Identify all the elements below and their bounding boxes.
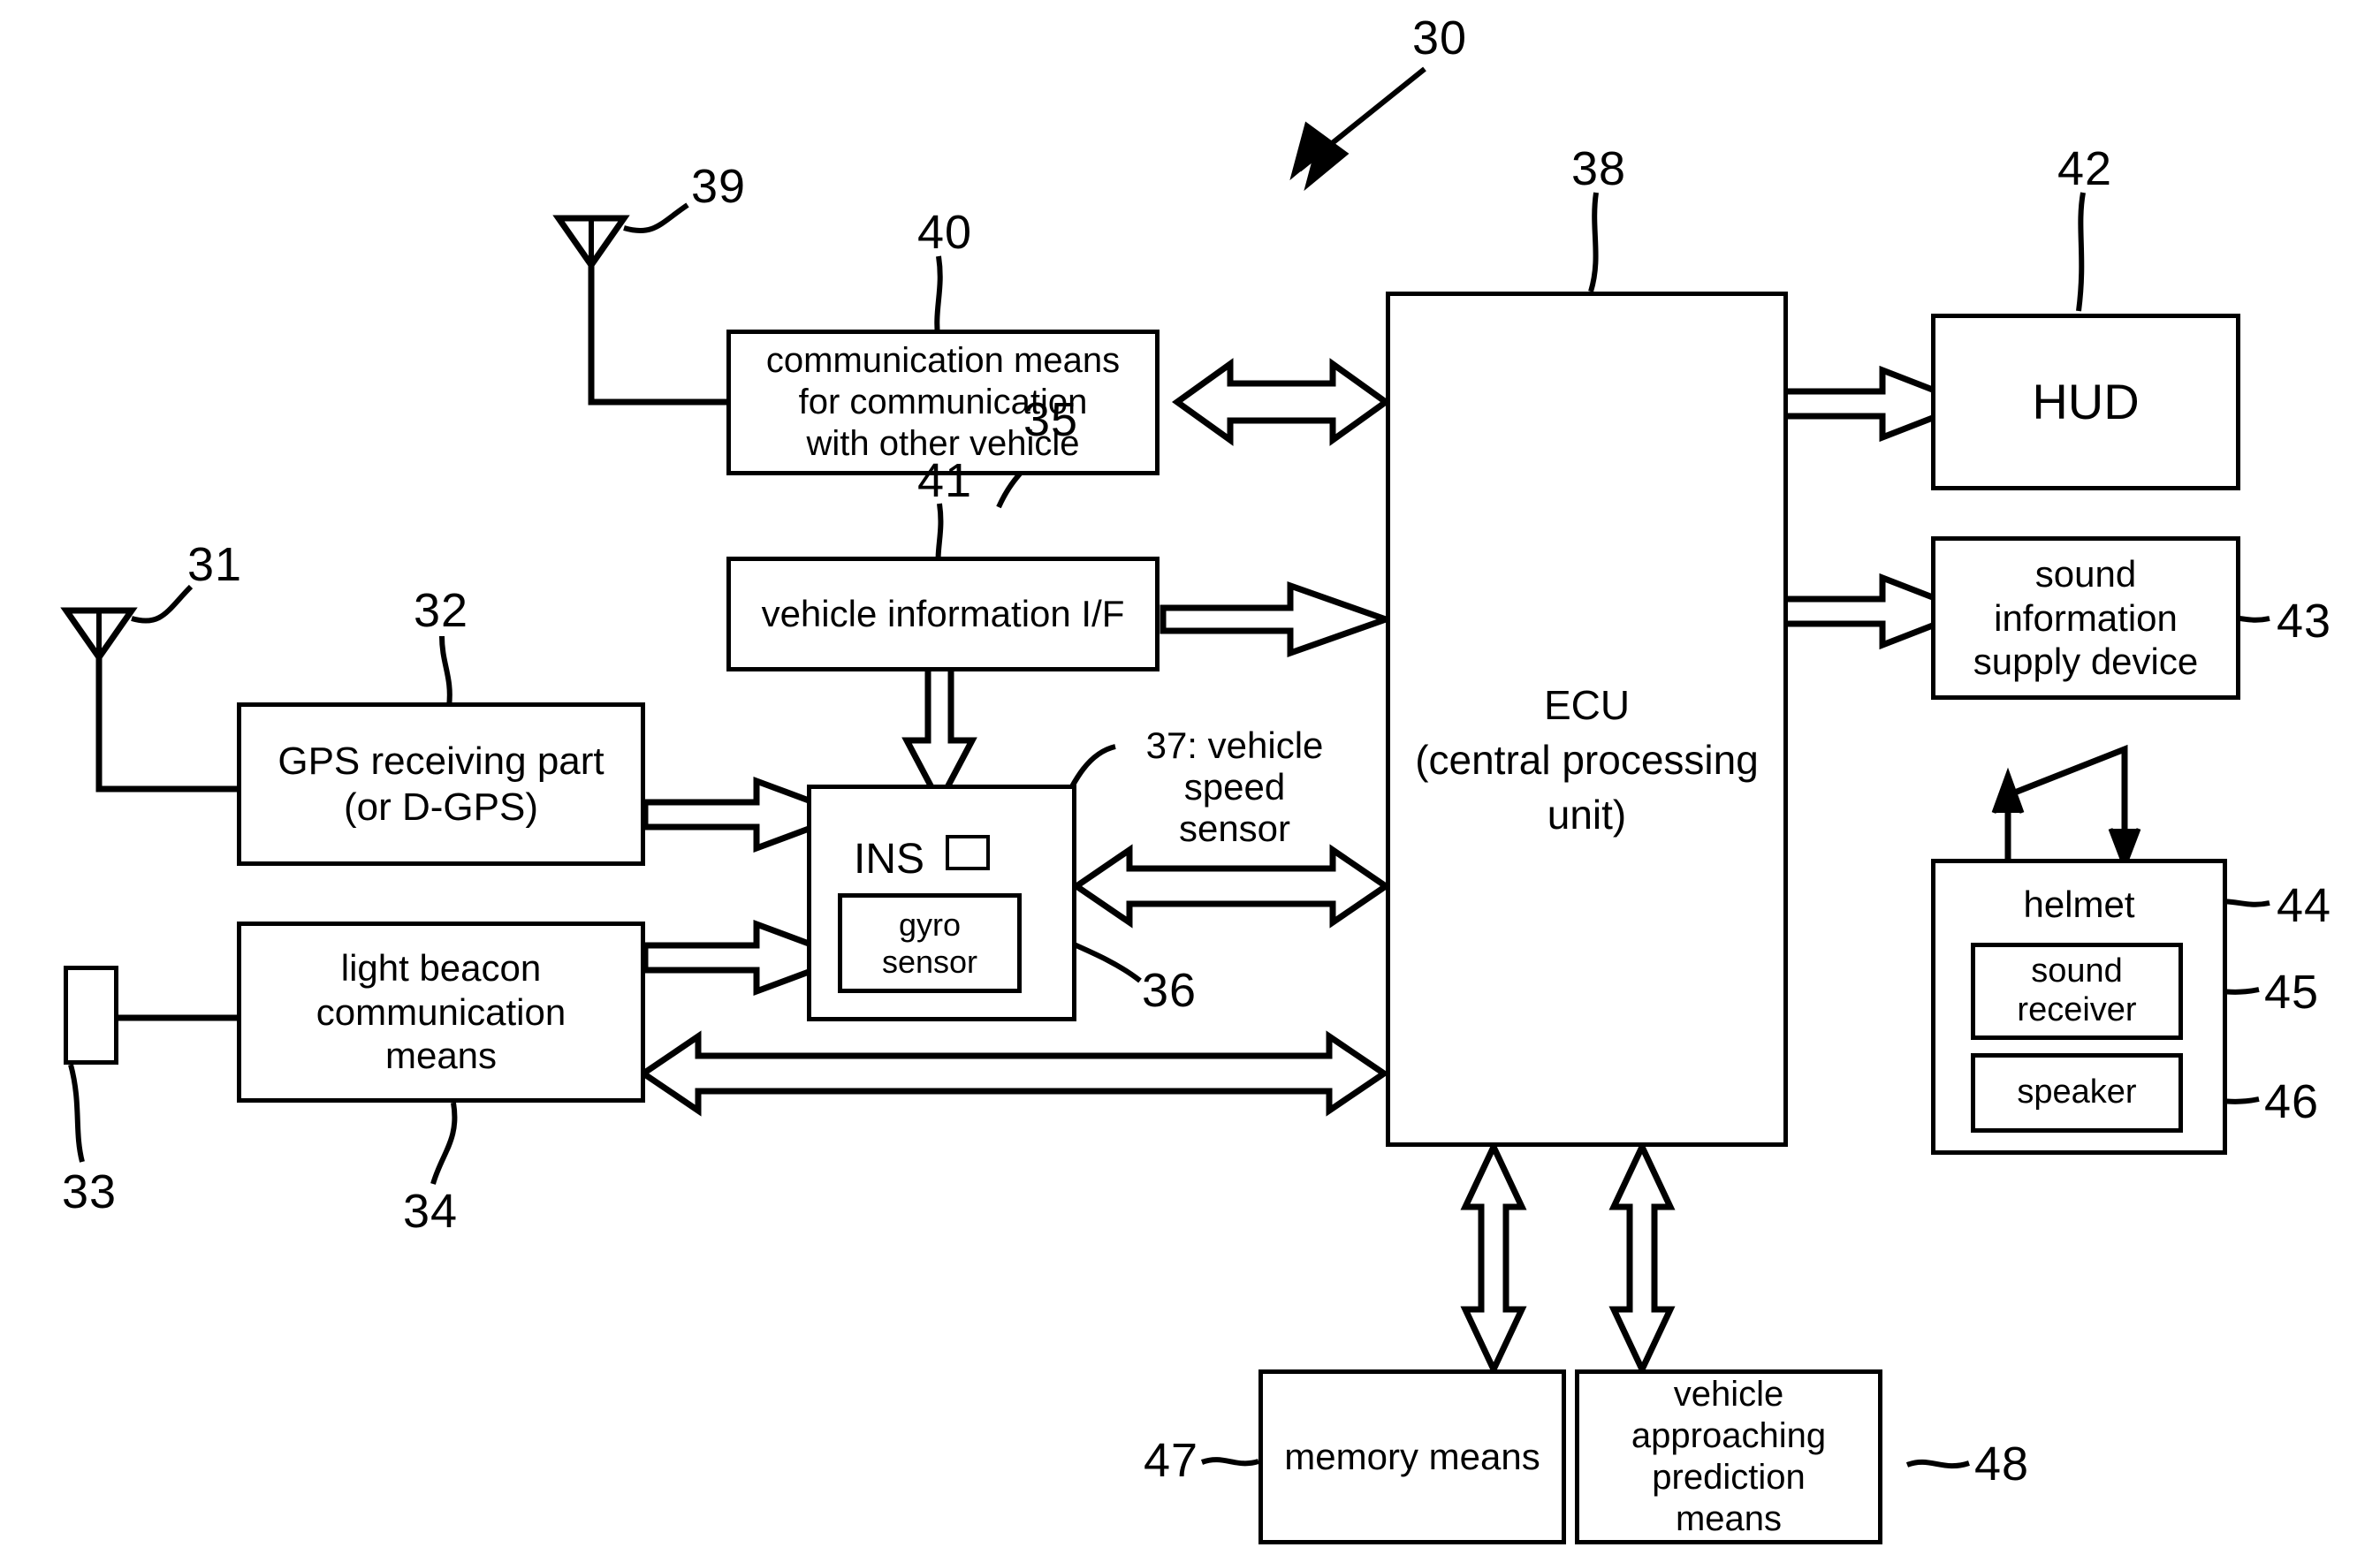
gyro-label: gyro sensor [881, 906, 978, 980]
arrow-ins-ecu [1070, 844, 1392, 929]
ref-numeral-47: 47 [1144, 1434, 1199, 1487]
ecu-subtitle: (central processing unit) [1415, 737, 1759, 838]
arrow-ecu-prediction [1608, 1139, 1676, 1377]
block-sound-information-supply-device[interactable]: sound information supply device [1931, 536, 2240, 700]
arrow-beacon-ecu [637, 1030, 1390, 1117]
patent-figure-canvas: communication means for communication wi… [0, 0, 2380, 1555]
block-helmet[interactable]: helmet sound receiver speaker [1931, 859, 2227, 1155]
block-memory-means[interactable]: memory means [1258, 1369, 1566, 1544]
block-speaker[interactable]: speaker [1971, 1053, 2183, 1133]
ref-numeral-35: 35 [1023, 393, 1079, 446]
block-label: memory means [1284, 1436, 1540, 1478]
ref-numeral-45: 45 [2264, 966, 2320, 1019]
block-label: HUD [2032, 373, 2140, 429]
helmet-label: helmet [2023, 884, 2135, 925]
speaker-label: speaker [2017, 1073, 2137, 1111]
ref-numeral-46: 46 [2264, 1075, 2320, 1128]
ref-numeral-36: 36 [1142, 964, 1198, 1017]
arrow-vif-ecu [1160, 581, 1395, 657]
ref-numeral-32: 32 [414, 584, 469, 637]
ref-numeral-41: 41 [917, 454, 973, 507]
block-label: sound information supply device [1973, 553, 2199, 683]
block-gps-receiving-part[interactable]: GPS receiving part (or D-GPS) [237, 702, 645, 866]
block-vehicle-information-interface[interactable]: vehicle information I/F [726, 557, 1160, 671]
ref-numeral-48: 48 [1974, 1437, 2030, 1491]
ref-numeral-43: 43 [2277, 595, 2332, 648]
ecu-title: ECU [1543, 682, 1631, 728]
gps-antenna-icon [60, 607, 237, 793]
block-hud[interactable]: HUD [1931, 314, 2240, 490]
ref-numeral-39: 39 [691, 160, 747, 213]
ref-numeral-31: 31 [187, 538, 243, 591]
ref-numeral-44: 44 [2277, 879, 2332, 932]
block-sound-receiver[interactable]: sound receiver [1971, 943, 2183, 1040]
arrow-ecu-memory [1460, 1139, 1527, 1377]
ref-numeral-34: 34 [403, 1185, 459, 1238]
sound-receiver-label: sound receiver [2017, 952, 2137, 1028]
block-light-beacon-receiver-unit[interactable] [64, 966, 118, 1065]
arrow-vif-ins [901, 650, 977, 809]
block-ins[interactable]: INS gyro sensor [807, 785, 1076, 1021]
ref-numeral-38: 38 [1571, 142, 1627, 195]
ref-numeral-40: 40 [917, 206, 973, 259]
arrow-comm-ecu [1171, 358, 1392, 446]
ref-numeral-30: 30 [1412, 11, 1468, 64]
block-vehicle-speed-sensor[interactable] [946, 835, 990, 870]
callout-vehicle-speed-sensor: 37: vehicle speed sensor [1145, 724, 1324, 850]
block-ecu[interactable]: ECU (central processing unit) [1386, 292, 1788, 1147]
ins-label: INS [854, 836, 925, 883]
block-label: GPS receiving part (or D-GPS) [278, 739, 605, 829]
block-vehicle-approaching-prediction-means[interactable]: vehicle approaching prediction means [1575, 1369, 1882, 1544]
block-gyro-sensor[interactable]: gyro sensor [838, 893, 1022, 993]
block-label: vehicle information I/F [761, 593, 1125, 635]
block-light-beacon-communication-means[interactable]: light beacon communication means [237, 922, 645, 1103]
system-ref-arrow [1289, 66, 1426, 192]
ref-numeral-33: 33 [62, 1165, 118, 1218]
block-label: light beacon communication means [316, 947, 566, 1077]
vehicle-comm-antenna-icon [552, 215, 726, 406]
ref-numeral-42: 42 [2057, 142, 2113, 195]
block-label: vehicle approaching prediction means [1631, 1374, 1827, 1539]
